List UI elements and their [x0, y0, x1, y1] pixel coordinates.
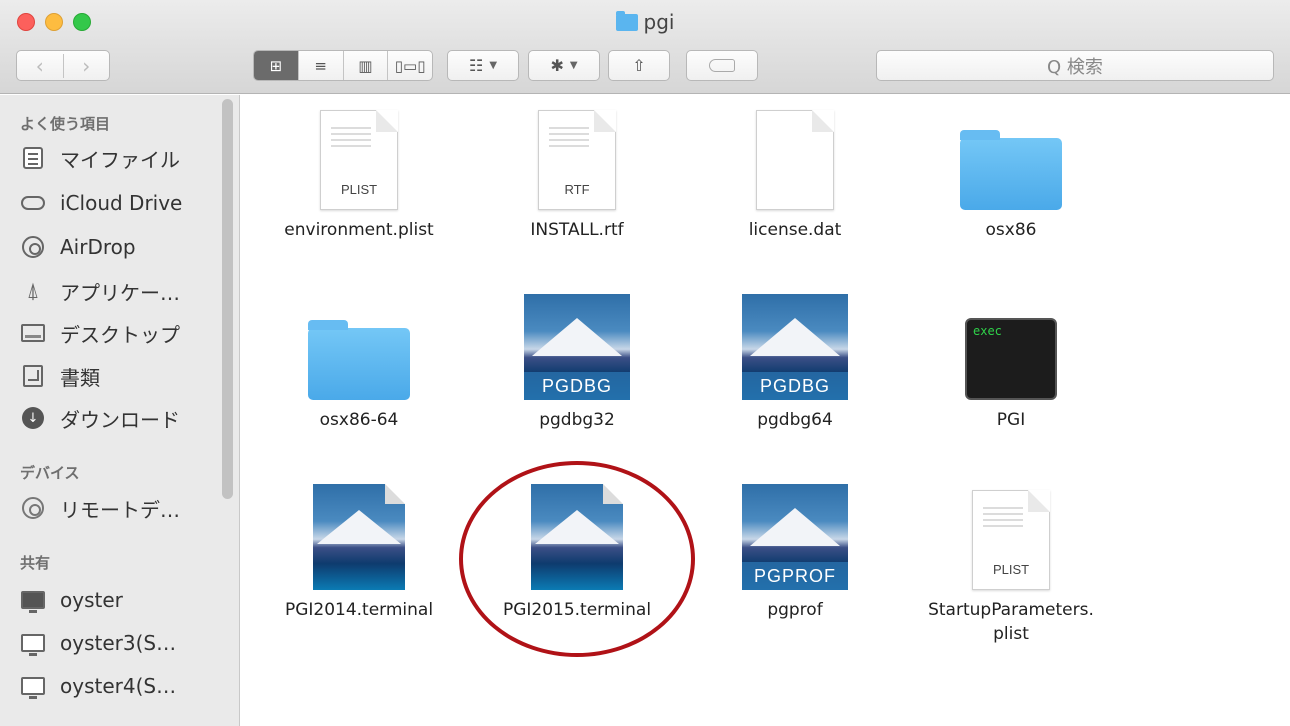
sidebar-item-applications[interactable]: ⍋ アプリケー… — [20, 275, 180, 307]
terminal-document-icon — [313, 484, 405, 590]
tag-button[interactable] — [686, 50, 758, 81]
forward-button[interactable]: › — [62, 53, 110, 78]
action-button[interactable]: ✱ ▼ — [528, 50, 600, 81]
all-my-files-icon — [23, 147, 43, 169]
pgdbg-app-icon: PGDBG — [524, 294, 630, 400]
sidebar-item-icloud-drive[interactable]: iCloud Drive — [20, 187, 182, 219]
file-grid: PLIST environment.plist RTF INSTALL.rtf … — [241, 95, 1290, 726]
folder-icon — [960, 130, 1062, 210]
plist-document-icon: PLIST — [972, 490, 1050, 590]
file-item[interactable]: PGPROF pgprof — [705, 484, 885, 622]
share-icon: ⇧ — [632, 56, 646, 75]
sidebar-item-remote-disc[interactable]: リモートデ… — [20, 492, 180, 524]
cloud-icon — [21, 196, 45, 210]
search-placeholder: Q 検索 — [1047, 56, 1103, 78]
sidebar-item-all-my-files[interactable]: マイファイル — [20, 142, 180, 174]
terminal-exec-icon: exec — [965, 318, 1057, 400]
file-item[interactable]: PGI2014.terminal — [269, 484, 449, 622]
file-name: osx86 — [985, 220, 1037, 240]
computer-icon — [21, 591, 45, 613]
file-name: osx86-64 — [319, 410, 399, 430]
airdrop-icon — [22, 236, 44, 258]
folder-icon — [615, 11, 638, 31]
computer-icon — [21, 634, 45, 656]
sidebar-item-downloads[interactable]: ↓ ダウンロード — [20, 402, 180, 434]
chevron-down-icon: ▼ — [489, 60, 498, 71]
file-item[interactable]: osx86-64 — [269, 300, 449, 432]
file-item[interactable]: license.dat — [705, 110, 885, 242]
view-mode-group: ⊞ ≡ ▥ ▯▭▯ — [253, 50, 433, 81]
arrange-button[interactable]: ☷ ▼ — [447, 50, 519, 81]
chevron-down-icon: ▼ — [569, 60, 578, 71]
finder-window: pgi ‹ › ⊞ ≡ ▥ ▯▭▯ ☷ ▼ ✱ ▼ ⇧ Q 検索 よく使う項目 … — [0, 0, 1290, 726]
search-field[interactable]: Q 検索 — [876, 50, 1274, 81]
sidebar-item-documents[interactable]: 書類 — [20, 360, 100, 392]
remote-disc-icon — [22, 497, 44, 519]
pgprof-app-icon: PGPROF — [742, 484, 848, 590]
gear-icon: ✱ — [550, 56, 564, 75]
toolbar: pgi ‹ › ⊞ ≡ ▥ ▯▭▯ ☷ ▼ ✱ ▼ ⇧ Q 検索 — [0, 0, 1290, 94]
list-view-button[interactable]: ≡ — [297, 51, 343, 80]
file-item[interactable]: exec PGI — [921, 300, 1101, 432]
file-name: PGI — [996, 410, 1026, 430]
window-title: pgi — [0, 10, 1290, 34]
share-button[interactable]: ⇧ — [608, 50, 670, 81]
file-name: pgdbg64 — [757, 410, 833, 430]
column-view-button[interactable]: ▥ — [342, 51, 388, 80]
sidebar-section-devices: デバイス — [20, 464, 80, 482]
file-item[interactable]: RTF INSTALL.rtf — [487, 110, 667, 242]
file-name: license.dat — [748, 220, 842, 240]
file-item[interactable]: PGDBG pgdbg32 — [487, 294, 667, 432]
file-item[interactable]: PLIST StartupParameters. plist — [921, 490, 1101, 646]
file-item-highlighted[interactable]: PGI2015.terminal — [487, 484, 667, 622]
back-button[interactable]: ‹ — [17, 54, 63, 78]
tag-icon — [709, 59, 735, 72]
file-name: StartupParameters. plist — [928, 600, 1094, 644]
plist-document-icon: PLIST — [320, 110, 398, 210]
sidebar: よく使う項目 マイファイル iCloud Drive AirDrop ⍋ アプリ… — [0, 95, 240, 726]
sidebar-item-oyster3[interactable]: oyster3(S… — [20, 627, 176, 659]
sidebar-scrollbar[interactable] — [222, 99, 233, 499]
sidebar-item-airdrop[interactable]: AirDrop — [20, 231, 136, 263]
blank-document-icon — [756, 110, 834, 210]
sidebar-section-shared: 共有 — [20, 554, 51, 572]
file-name: PGI2015.terminal — [502, 600, 652, 620]
rtf-document-icon: RTF — [538, 110, 616, 210]
coverflow-view-button[interactable]: ▯▭▯ — [387, 51, 432, 80]
back-forward-group: ‹ › — [16, 50, 110, 81]
file-name: INSTALL.rtf — [530, 220, 624, 240]
file-name: PGI2014.terminal — [284, 600, 434, 620]
file-name: pgdbg32 — [539, 410, 615, 430]
computer-icon — [21, 677, 45, 699]
icon-view-button[interactable]: ⊞ — [254, 51, 298, 80]
desktop-icon — [21, 324, 45, 342]
folder-icon — [308, 320, 410, 400]
file-item[interactable]: PGDBG pgdbg64 — [705, 294, 885, 432]
terminal-document-icon — [531, 484, 623, 590]
file-name: pgprof — [767, 600, 823, 620]
pgdbg-app-icon: PGDBG — [742, 294, 848, 400]
documents-icon — [23, 365, 43, 387]
sidebar-section-favorites: よく使う項目 — [20, 115, 111, 133]
file-name: environment.plist — [284, 220, 434, 240]
applications-icon: ⍋ — [26, 278, 40, 304]
file-item[interactable]: osx86 — [921, 110, 1101, 242]
sidebar-item-oyster[interactable]: oyster — [20, 584, 123, 616]
file-item[interactable]: PLIST environment.plist — [269, 110, 449, 242]
sidebar-item-desktop[interactable]: デスクトップ — [20, 317, 180, 349]
arrange-icon: ☷ — [468, 56, 484, 75]
downloads-icon: ↓ — [22, 407, 44, 429]
sidebar-item-oyster4[interactable]: oyster4(S… — [20, 670, 176, 702]
